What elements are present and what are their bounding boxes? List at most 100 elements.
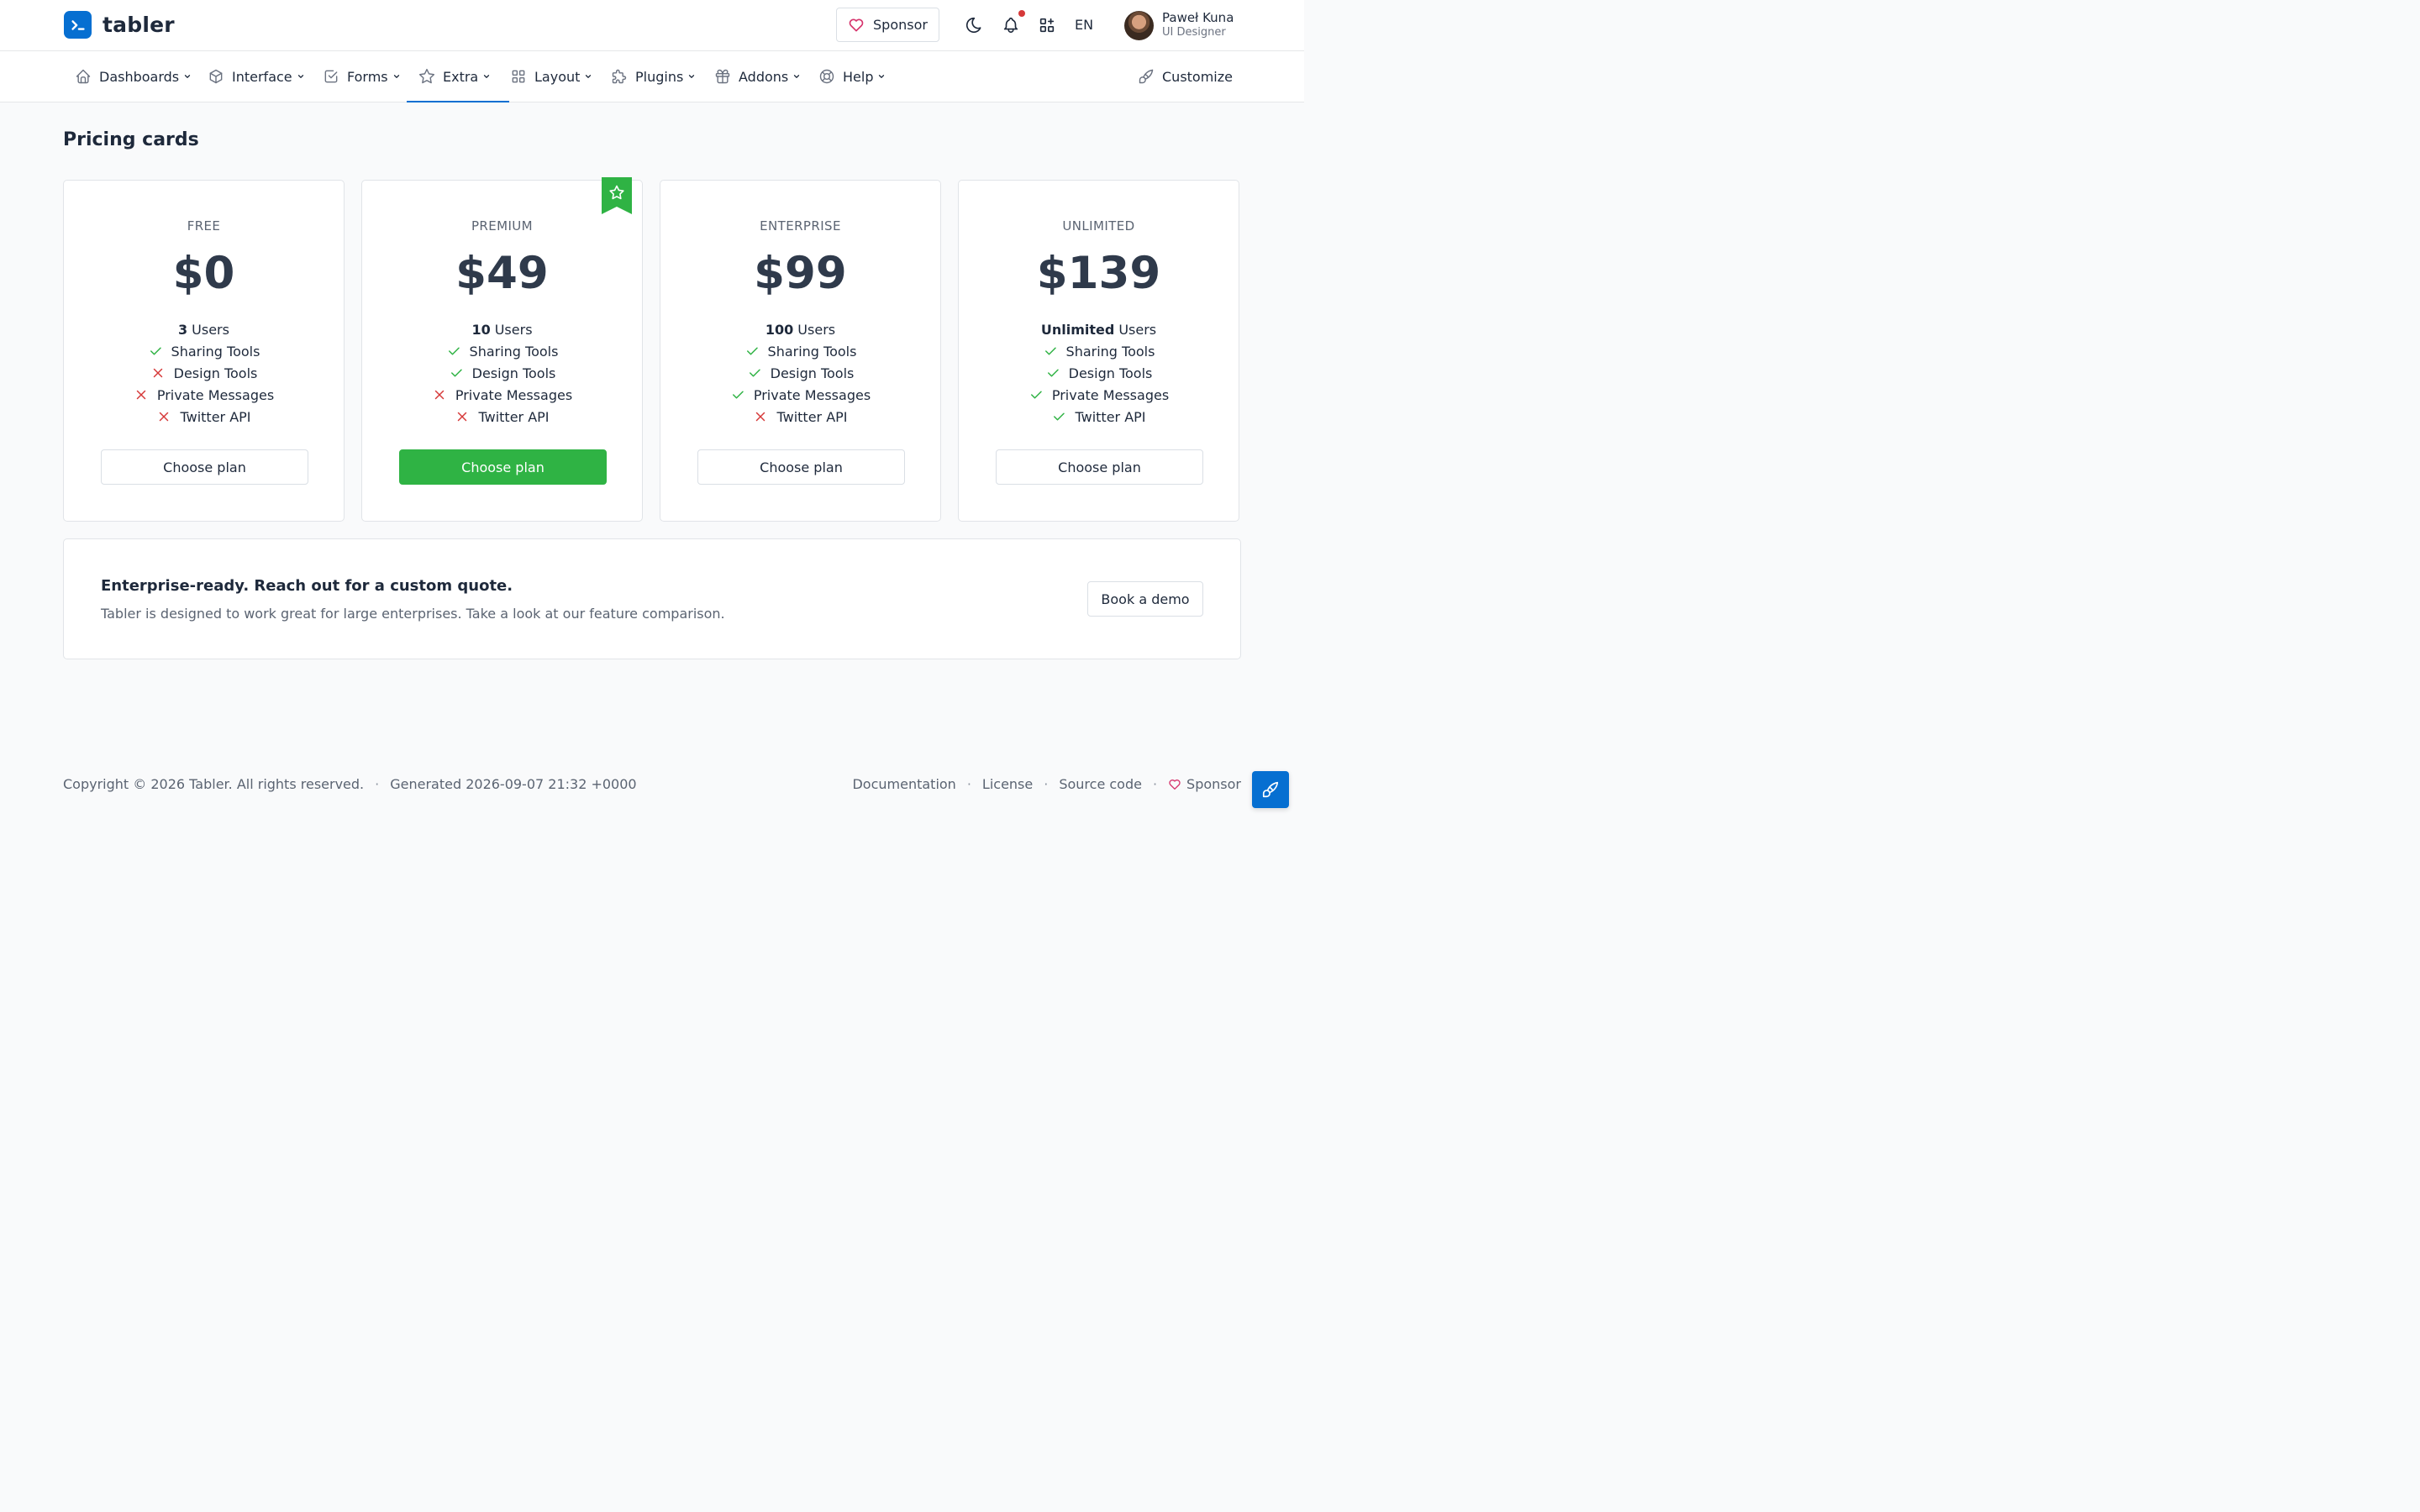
feature-label: Design Tools	[770, 365, 855, 381]
bell-icon[interactable]	[1001, 15, 1021, 35]
users-number: 10	[471, 321, 491, 338]
users-label: Users	[1118, 321, 1157, 338]
puzzle-icon	[612, 69, 627, 84]
list-item: Private Messages	[959, 384, 1239, 406]
list-item: Twitter API	[660, 406, 940, 428]
feature-label: Design Tools	[1068, 365, 1153, 381]
nav-item-interface[interactable]: Interface	[208, 51, 305, 102]
page-scrollbar[interactable]	[1304, 0, 1318, 823]
moon-icon[interactable]	[964, 15, 984, 35]
footer-link-source-code[interactable]: Source code	[1059, 776, 1142, 792]
feature-label: Design Tools	[471, 365, 556, 381]
gift-icon	[715, 69, 730, 84]
list-item: Sharing Tools	[959, 340, 1239, 362]
users-number: Unlimited	[1040, 321, 1115, 338]
top-header: tabler Sponsor EN Paweł Kuna UI Designer	[0, 0, 1304, 51]
list-item: Twitter API	[362, 406, 642, 428]
footer-link-documentation[interactable]: Documentation	[852, 776, 955, 792]
viewport: tabler Sponsor EN Paweł Kuna UI Designer	[0, 0, 1318, 823]
list-item: Private Messages	[660, 384, 940, 406]
chevron-down-icon	[794, 75, 800, 78]
list-item: Design Tools	[64, 362, 344, 384]
apps-icon[interactable]	[1037, 15, 1057, 35]
sponsor-button[interactable]: Sponsor	[836, 8, 939, 42]
check-icon	[1051, 409, 1066, 424]
footer-link-license[interactable]: License	[982, 776, 1033, 792]
list-item: Private Messages	[362, 384, 642, 406]
nav-item-addons[interactable]: Addons	[714, 51, 801, 102]
footer-left: Copyright © 2026 Tabler. All rights rese…	[63, 776, 637, 792]
footer-separator: ·	[966, 776, 971, 792]
plan-price: $0	[172, 248, 235, 299]
tabler-logo-icon	[64, 11, 92, 39]
chevron-down-icon	[689, 75, 695, 78]
brush-icon	[1139, 69, 1154, 84]
choose-plan-button[interactable]: Choose plan	[101, 449, 308, 485]
footer-links: Documentation · License · Source code · …	[852, 776, 1241, 792]
check-icon	[744, 344, 760, 359]
chevron-down-icon	[393, 75, 399, 78]
heart-icon	[1169, 779, 1181, 790]
customize-button[interactable]: Customize	[1138, 51, 1233, 102]
nav-item-extra[interactable]: Extra	[406, 51, 510, 102]
footer-sponsor-label: Sponsor	[1186, 776, 1241, 792]
nav-item-layout[interactable]: Layout	[510, 51, 592, 102]
cta-text: Tabler is designed to work great for lar…	[101, 606, 725, 622]
x-icon	[432, 387, 447, 402]
x-icon	[150, 365, 166, 381]
x-icon	[753, 409, 768, 424]
chevron-down-icon	[484, 75, 490, 78]
x-icon	[156, 409, 171, 424]
plan-name: PREMIUM	[471, 218, 534, 234]
users-number: 3	[178, 321, 188, 338]
list-item: Design Tools	[362, 362, 642, 384]
users-count: Unlimited Users	[959, 318, 1239, 340]
list-item: Sharing Tools	[660, 340, 940, 362]
language-selector[interactable]: EN	[1075, 17, 1093, 33]
nav-item-plugins[interactable]: Plugins	[611, 51, 696, 102]
feature-label: Sharing Tools	[469, 343, 559, 360]
nav-label: Layout	[534, 68, 581, 85]
nav-item-help[interactable]: Help	[818, 51, 886, 102]
list-item: Sharing Tools	[64, 340, 344, 362]
nav-item-dashboards[interactable]: Dashboards	[75, 51, 192, 102]
footer-link-sponsor[interactable]: Sponsor	[1168, 776, 1241, 792]
checkbox-icon	[324, 70, 338, 83]
check-icon	[730, 387, 745, 402]
choose-plan-button[interactable]: Choose plan	[996, 449, 1203, 485]
brand[interactable]: tabler	[64, 11, 175, 39]
list-item: Private Messages	[64, 384, 344, 406]
user-menu[interactable]: Paweł Kuna UI Designer	[1124, 10, 1234, 40]
users-count: 10 Users	[362, 318, 642, 340]
feature-label: Private Messages	[156, 386, 275, 403]
page-title: Pricing cards	[63, 129, 199, 150]
feature-label: Twitter API	[1075, 408, 1146, 425]
nav-label: Extra	[443, 68, 479, 85]
brush-icon	[1262, 781, 1279, 798]
chevron-down-icon	[185, 75, 191, 78]
book-demo-button[interactable]: Book a demo	[1087, 581, 1203, 617]
nav-label: Plugins	[635, 68, 684, 85]
enterprise-cta-card: Enterprise-ready. Reach out for a custom…	[63, 538, 1241, 659]
users-number: 100	[765, 321, 794, 338]
avatar	[1124, 10, 1154, 40]
check-icon	[747, 365, 762, 381]
ribbon-star-icon	[602, 177, 632, 214]
feature-label: Sharing Tools	[767, 343, 857, 360]
choose-plan-button[interactable]: Choose plan	[697, 449, 905, 485]
nav-label: Addons	[739, 68, 789, 85]
list-item: Design Tools	[959, 362, 1239, 384]
choose-plan-button[interactable]: Choose plan	[399, 449, 607, 485]
users-label: Users	[494, 321, 533, 338]
check-icon	[1043, 344, 1058, 359]
pricing-card-free: FREE $0 3 Users Sharing Tools Design Tool…	[63, 180, 345, 522]
plan-price: $49	[455, 248, 549, 299]
sponsor-label: Sponsor	[873, 17, 928, 33]
theme-settings-button[interactable]	[1252, 771, 1289, 808]
users-label: Users	[797, 321, 836, 338]
nav-item-forms[interactable]: Forms	[323, 51, 401, 102]
feature-label: Private Messages	[753, 386, 871, 403]
footer-separator: ·	[1044, 776, 1049, 792]
user-role: UI Designer	[1162, 26, 1226, 39]
feature-label: Private Messages	[1051, 386, 1170, 403]
